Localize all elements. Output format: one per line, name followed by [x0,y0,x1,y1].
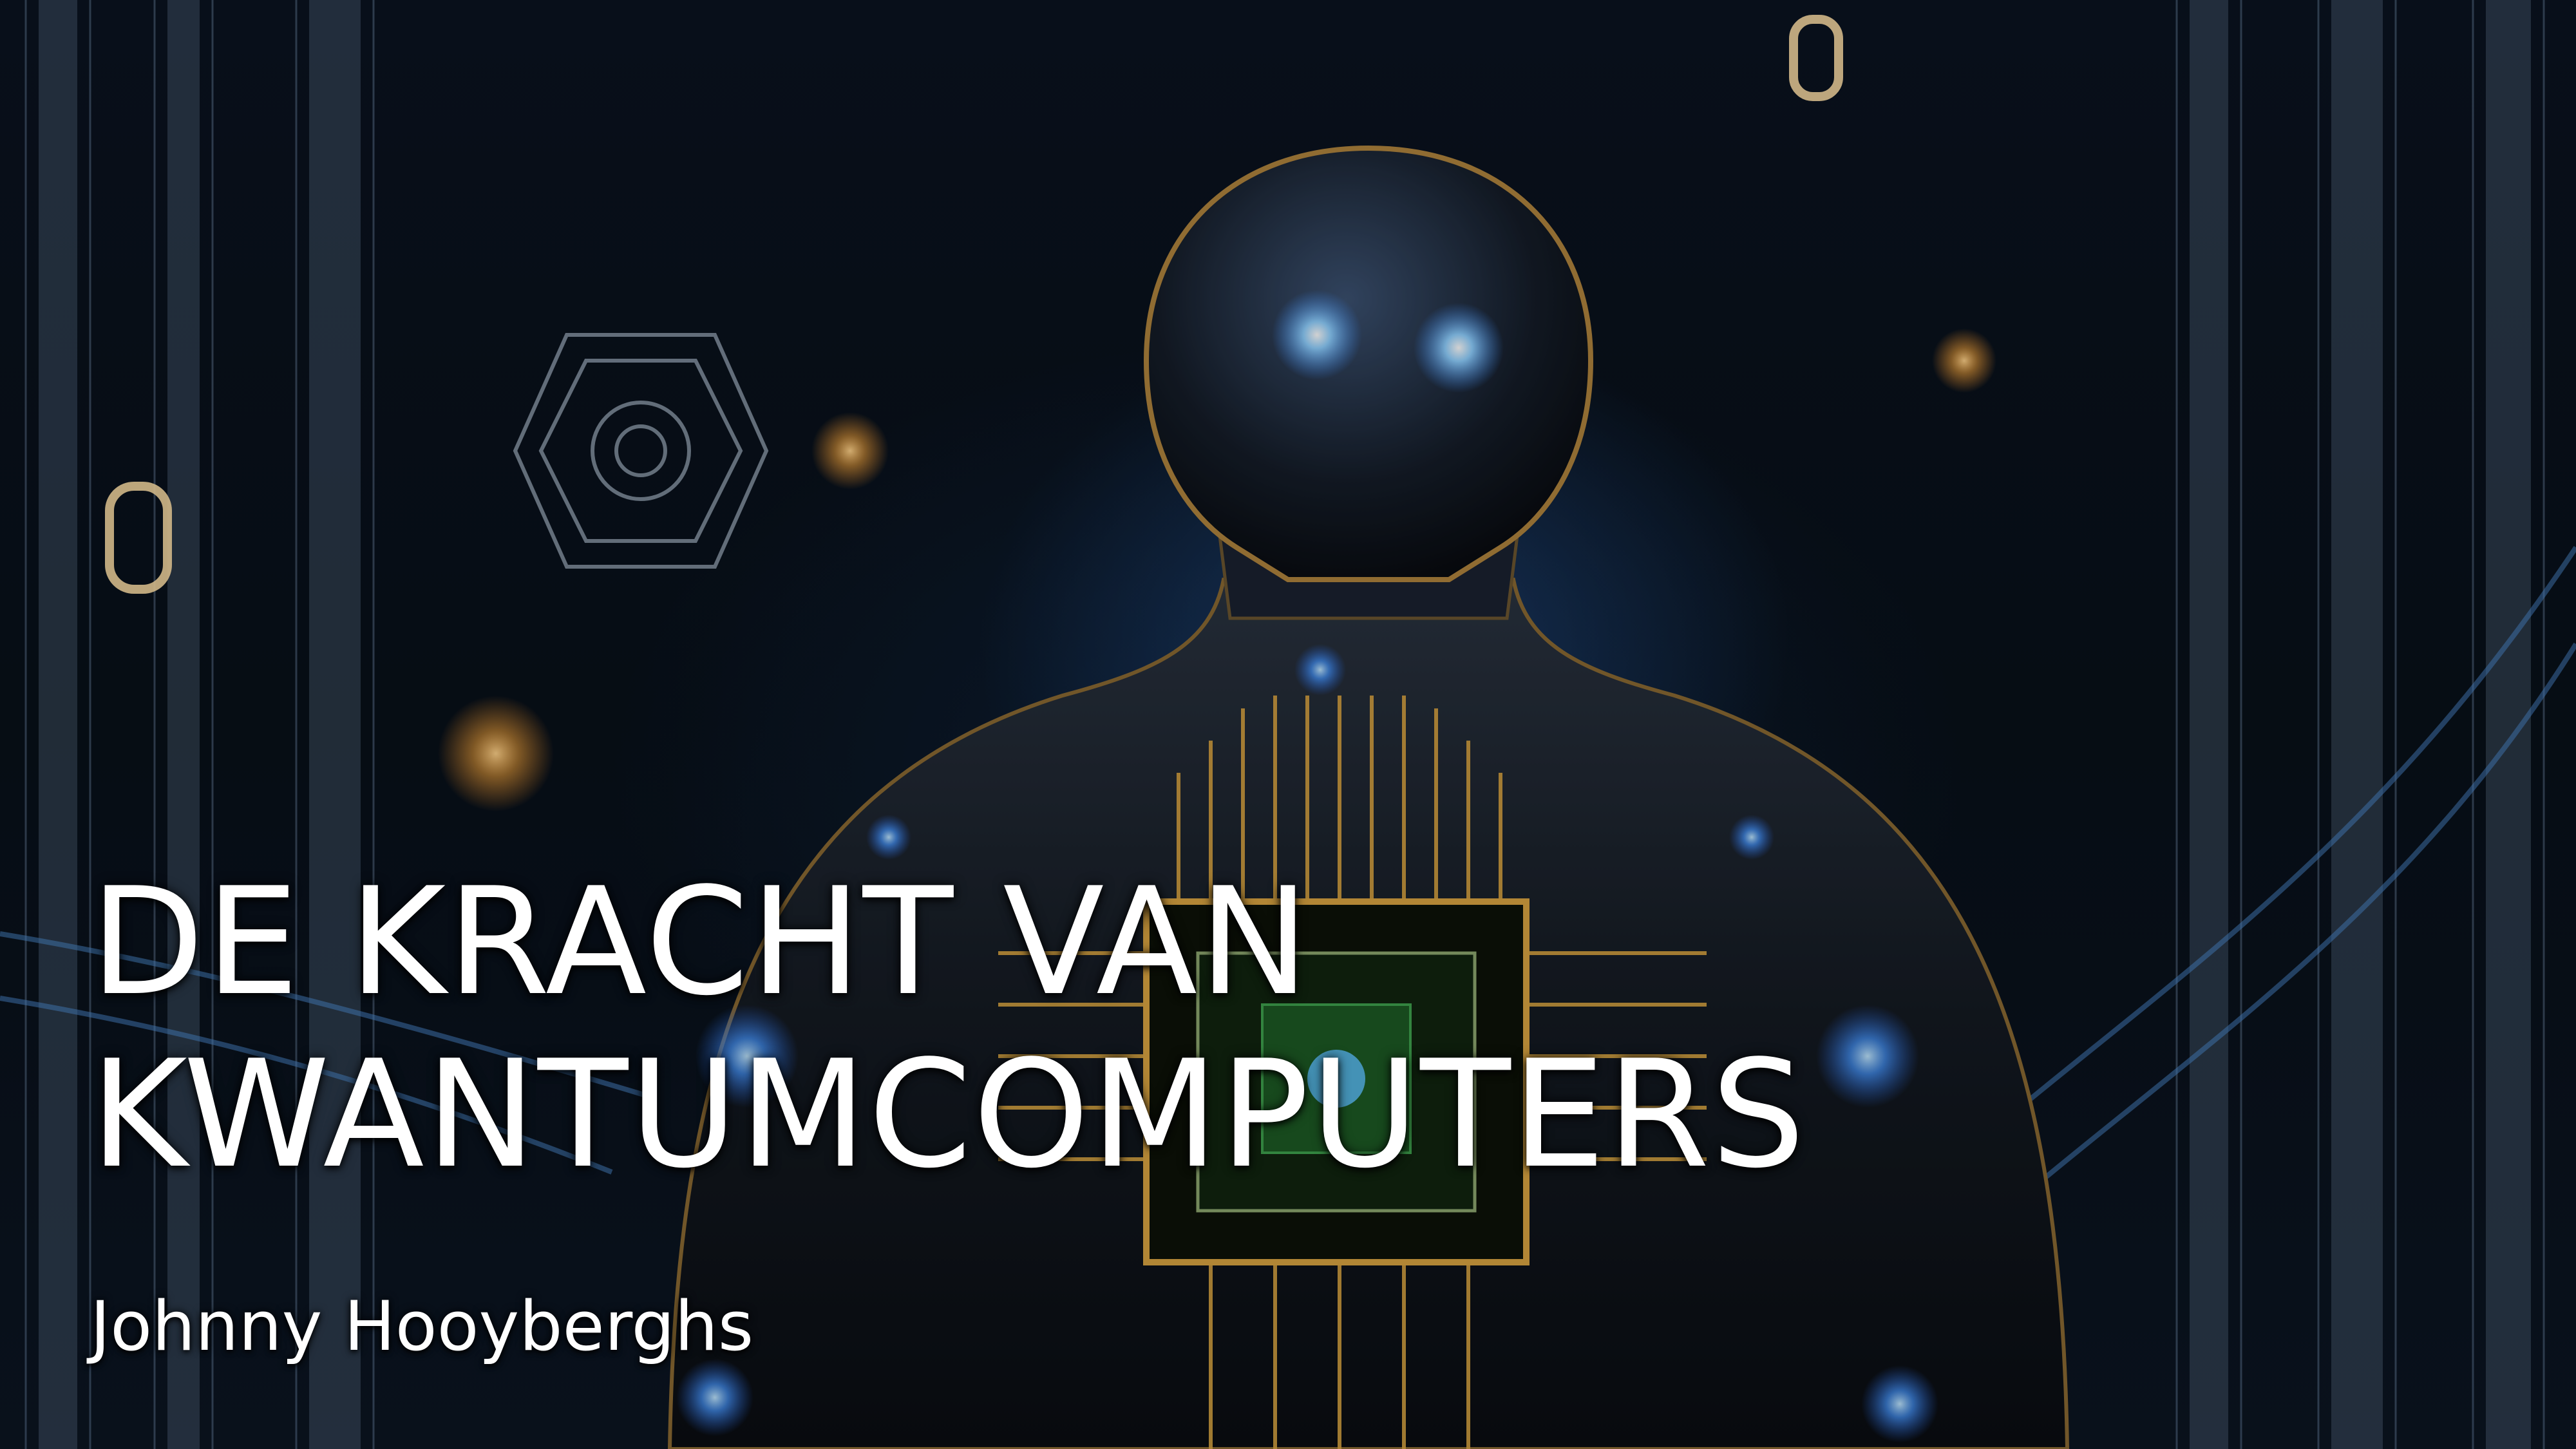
slide-subtitle-author: Johnny Hooyberghs [90,1287,754,1366]
robot-chip-illustration [0,0,2576,1449]
title-slide: DE KRACHT VAN KWANTUMCOMPUTERS Johnny Ho… [0,0,2576,1449]
slide-title-line-1: DE KRACHT VAN [90,857,1311,1028]
slide-title: DE KRACHT VAN KWANTUMCOMPUTERS [90,857,2022,1202]
title-block: DE KRACHT VAN KWANTUMCOMPUTERS [90,857,2022,1202]
slide-title-line-2: KWANTUMCOMPUTERS [90,1029,1806,1201]
